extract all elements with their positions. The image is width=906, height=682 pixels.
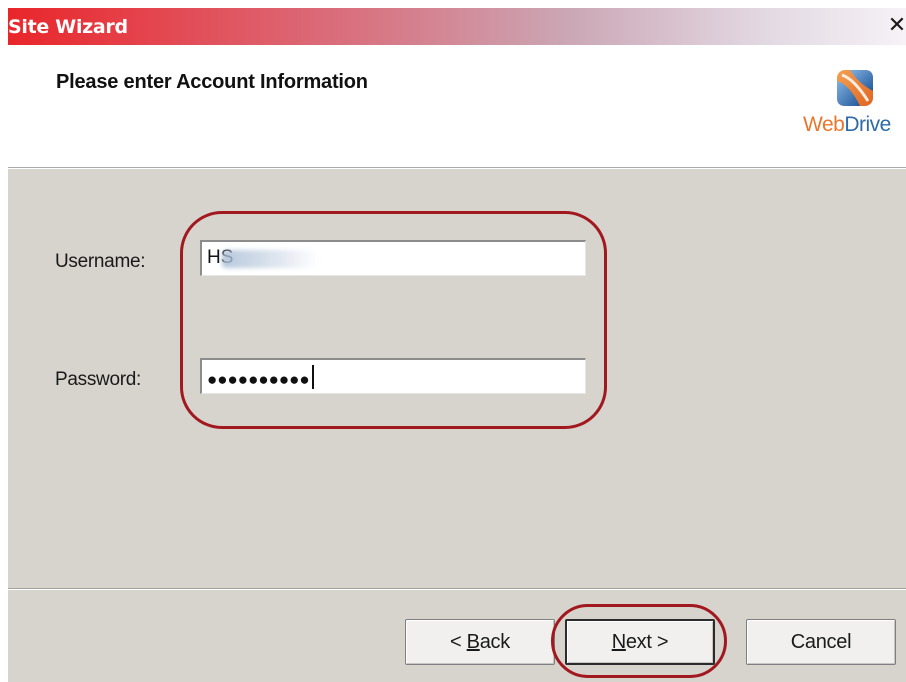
text-caret: [311, 365, 314, 389]
username-label: Username:: [55, 251, 146, 272]
wizard-body: Username: HS Password: ●●●●●●●●●●: [8, 169, 906, 588]
webdrive-logo: WebDrive: [803, 67, 906, 137]
password-value: ●●●●●●●●●●: [207, 370, 310, 389]
site-wizard-window: Site Wizard ✕ Please enter Account Infor…: [8, 0, 906, 682]
page-title: Please enter Account Information: [56, 71, 368, 93]
password-input[interactable]: ●●●●●●●●●●: [200, 358, 586, 394]
wizard-footer: < Back Next > Cancel: [8, 588, 906, 682]
webdrive-logo-text: WebDrive: [803, 113, 891, 136]
next-button[interactable]: Next >: [565, 619, 715, 665]
cancel-button[interactable]: Cancel: [746, 619, 896, 665]
username-redaction: [222, 250, 318, 268]
password-label: Password:: [55, 369, 142, 390]
webdrive-logo-icon: [837, 70, 873, 106]
username-input[interactable]: HS: [200, 240, 586, 276]
close-icon[interactable]: ✕: [882, 13, 906, 39]
wizard-header: Please enter Account Information WebDriv…: [8, 45, 906, 168]
window-title: Site Wizard: [8, 16, 128, 38]
title-bar[interactable]: Site Wizard ✕: [8, 8, 906, 45]
back-button[interactable]: < Back: [405, 619, 555, 665]
